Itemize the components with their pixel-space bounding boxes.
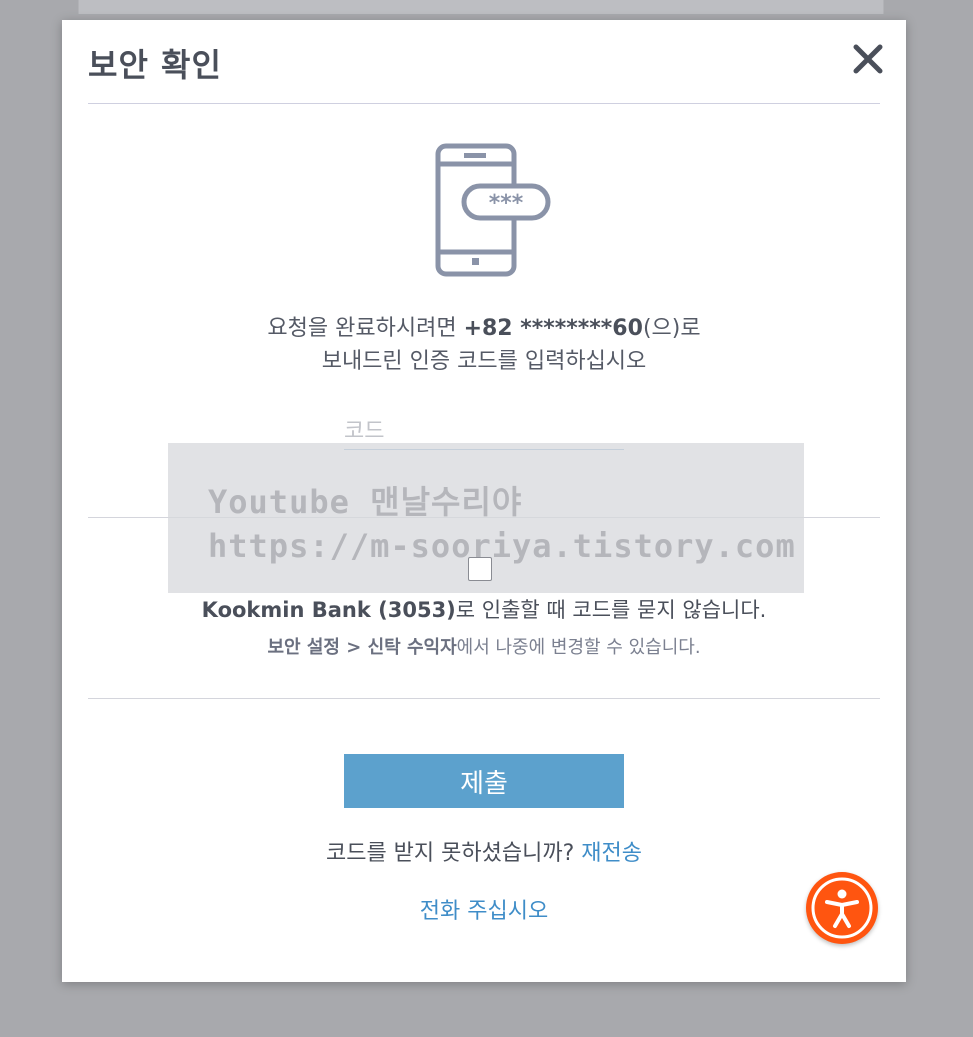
settings-path-trust-beneficiary: 신탁 수익자 (367, 637, 457, 658)
instruction-text: 요청을 완료하시려면 +82 ********60(으)로 보내드린 인증 코드… (62, 312, 906, 378)
header-divider (88, 103, 880, 104)
instruction-suffix: (으)로 (642, 316, 701, 341)
resend-question: 코드를 받지 못하셨습니까? (325, 841, 582, 866)
masked-phone-number: +82 ********60 (463, 316, 643, 341)
settings-path-security: 보안 설정 (267, 637, 340, 658)
bottom-divider (88, 698, 880, 699)
modal-title: 보안 확인 (88, 46, 222, 84)
background-page-strip (78, 0, 884, 14)
bank-account-name: Kookmin Bank (3053) (201, 598, 456, 622)
instruction-line-2: 보내드린 인증 코드를 입력하십시오 (321, 349, 647, 374)
security-verification-modal: 보안 확인 *** 요청을 완료하시려면 +82 ********60(으)로 … (62, 20, 906, 982)
watermark-line-1: Youtube 맨날수리야 (208, 483, 523, 521)
submit-button[interactable]: 제출 (344, 754, 624, 808)
settings-path-separator: > (339, 637, 368, 658)
svg-text:***: *** (489, 191, 524, 216)
instruction-prefix: 요청을 완료하시려면 (267, 316, 464, 341)
call-row: 전화 주십시오 (62, 893, 906, 925)
remember-device-checkbox[interactable] (468, 557, 492, 581)
phone-code-icon: *** (435, 143, 551, 277)
accessibility-icon (811, 877, 873, 939)
close-icon (853, 44, 883, 74)
accessibility-button[interactable] (806, 872, 878, 944)
settings-hint-text: 에서 나중에 변경할 수 있습니다. (456, 637, 701, 658)
resend-link[interactable]: 재전송 (581, 841, 642, 866)
resend-row: 코드를 받지 못하셨습니까? 재전송 (62, 835, 906, 867)
call-me-link[interactable]: 전화 주십시오 (420, 899, 548, 924)
settings-hint: 보안 설정 > 신탁 수익자에서 나중에 변경할 수 있습니다. (62, 633, 906, 659)
remember-label-text: 로 인출할 때 코드를 묻지 않습니다. (455, 598, 767, 622)
instruction-line-1: 요청을 완료하시려면 +82 ********60(으)로 (62, 312, 906, 345)
close-button[interactable] (852, 42, 884, 76)
remember-label: Kookmin Bank (3053)로 인출할 때 코드를 묻지 않습니다. (62, 594, 906, 624)
watermark-line-2: https://m-sooriya.tistory.com (208, 527, 796, 565)
